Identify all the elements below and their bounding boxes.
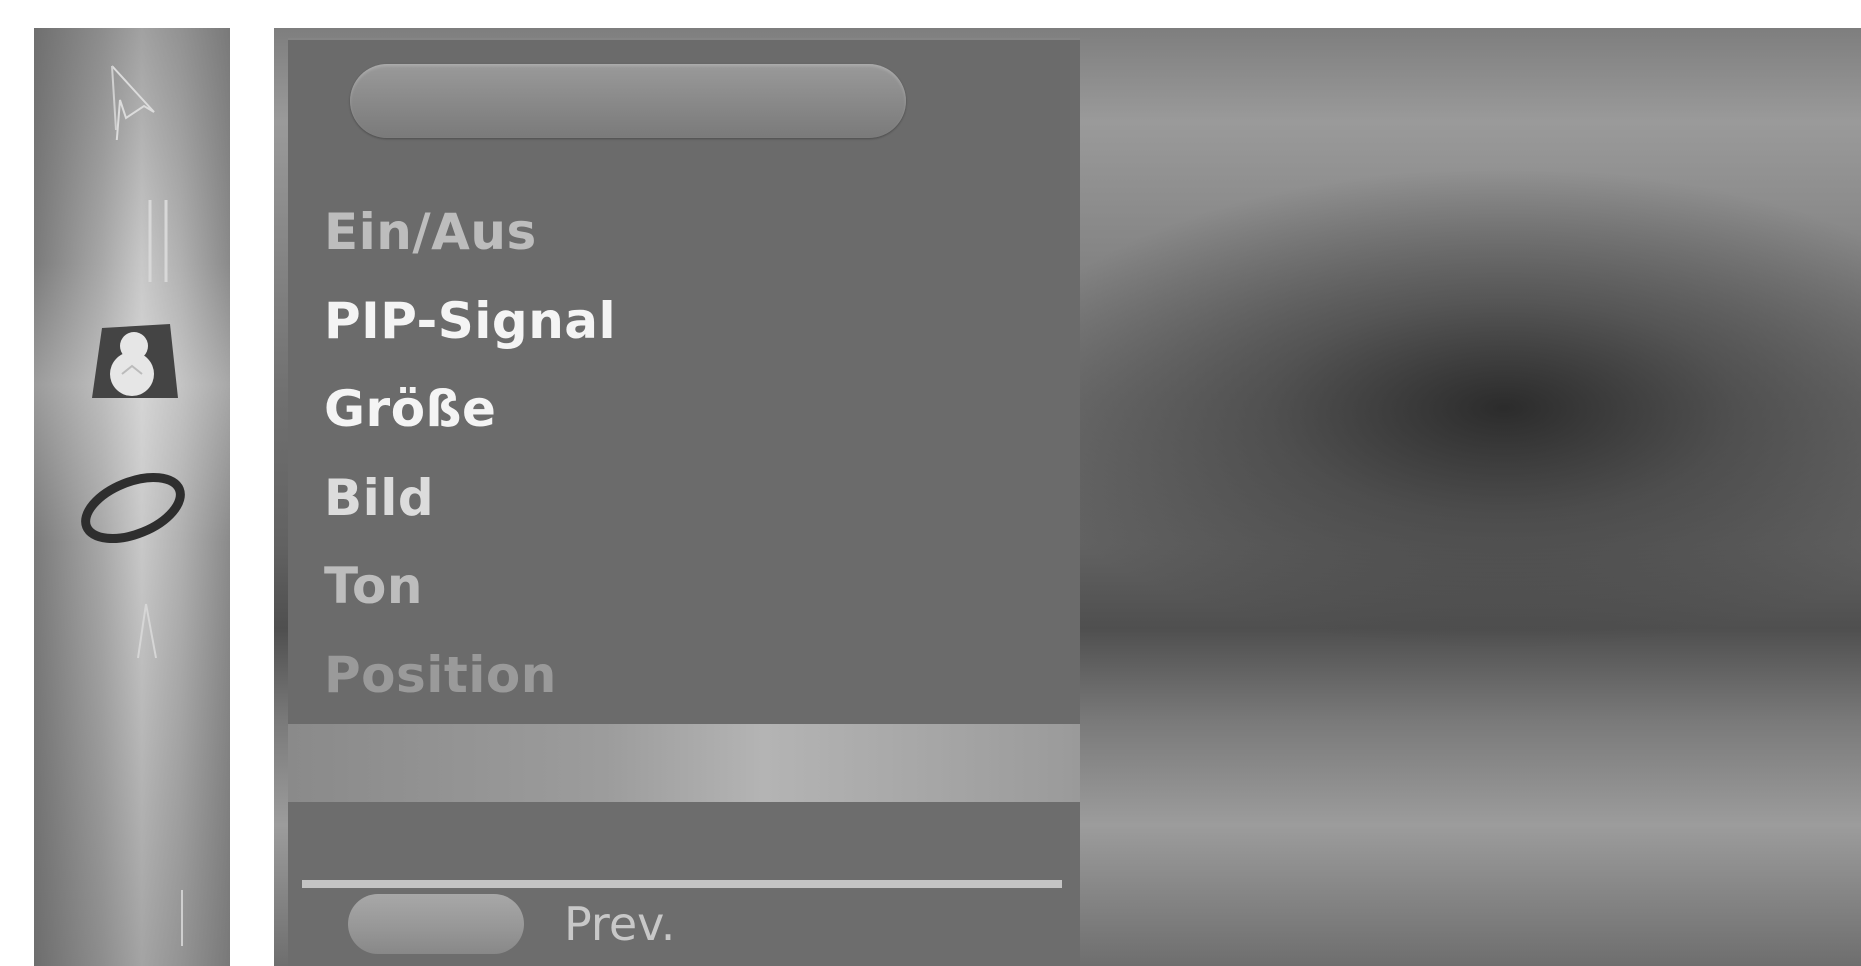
- setup-icon[interactable]: [78, 468, 188, 552]
- panel-gap: [288, 724, 1080, 802]
- footer-divider: [302, 880, 1062, 888]
- menu-item-bild[interactable]: Bild: [324, 454, 616, 543]
- menu-item-ton[interactable]: Ton: [324, 542, 616, 631]
- footer-panel: Prev.: [288, 802, 1080, 966]
- menu-item-pip-signal[interactable]: PIP-Signal: [324, 277, 616, 366]
- menu-title-pill: [350, 64, 906, 138]
- picture-icon[interactable]: [104, 60, 164, 151]
- menu-category-strip: [34, 28, 230, 966]
- tv-osd-screen: Ein/Aus PIP-Signal Größe Bild Ton Positi…: [0, 0, 1861, 966]
- lock-icon[interactable]: [126, 598, 166, 672]
- audio-icon[interactable]: [144, 196, 174, 290]
- menu-item-ein-aus[interactable]: Ein/Aus: [324, 188, 616, 277]
- pip-menu-panel: Ein/Aus PIP-Signal Größe Bild Ton Positi…: [288, 38, 1080, 724]
- menu-item-position[interactable]: Position: [324, 631, 616, 720]
- menu-item-groesse[interactable]: Größe: [324, 365, 616, 454]
- timer-icon[interactable]: [90, 318, 182, 408]
- prev-button[interactable]: [348, 894, 524, 954]
- menu-list: Ein/Aus PIP-Signal Größe Bild Ton Positi…: [324, 188, 616, 719]
- prev-label: Prev.: [564, 897, 676, 951]
- scroll-mark-icon: [178, 888, 186, 952]
